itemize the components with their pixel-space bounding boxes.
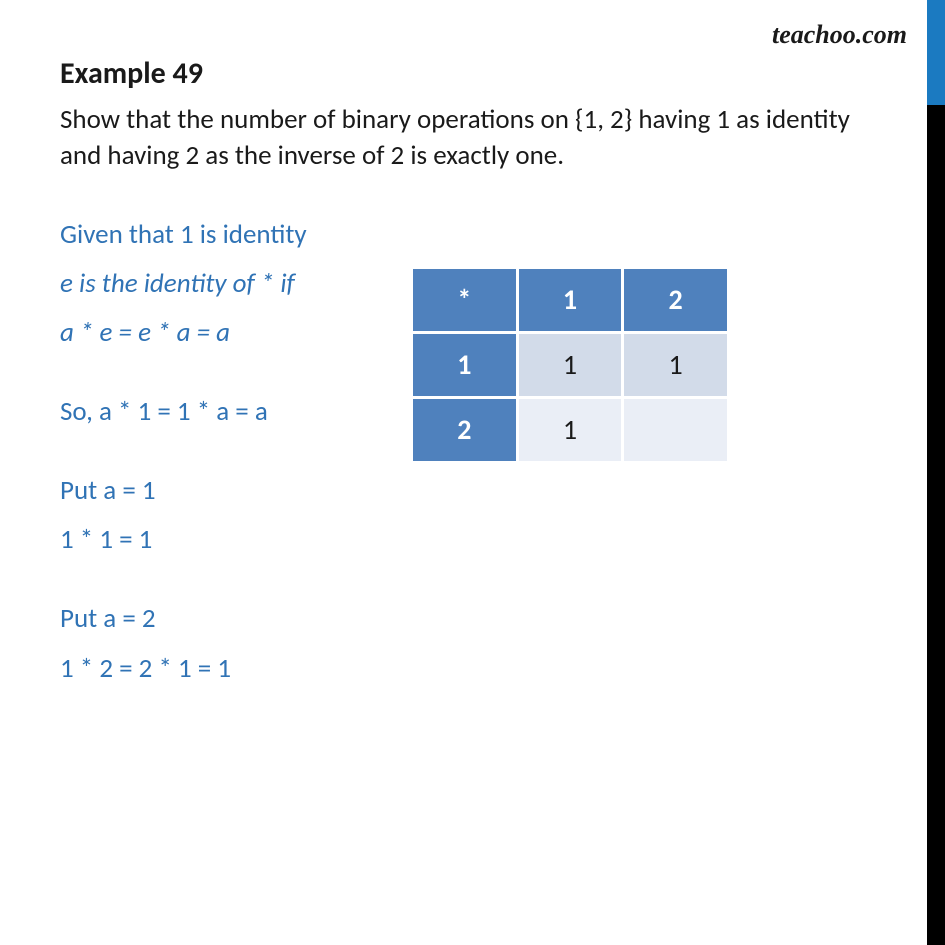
table-rowhead-2: 2	[413, 399, 516, 461]
page-content: Example 49 Show that the number of binar…	[0, 0, 910, 730]
table-rowhead-1: 1	[413, 334, 516, 396]
table-cell-1-1: 1	[519, 334, 622, 396]
accent-bar-bottom	[927, 105, 945, 945]
step-put-a1: Put a = 1	[60, 473, 850, 508]
step-result-2: 1 * 2 = 2 * 1 = 1	[60, 651, 850, 686]
example-title: Example 49	[60, 55, 850, 92]
table-cell-2-1: 1	[519, 399, 622, 461]
accent-bar-top	[927, 0, 945, 105]
table-header-2: 2	[624, 269, 727, 331]
step-so: So, a * 1 = 1 * a = a	[60, 394, 380, 429]
watermark: teachoo.com	[772, 20, 907, 50]
step-result-1: 1 * 1 = 1	[60, 522, 850, 557]
step-put-a2: Put a = 2	[60, 601, 850, 636]
problem-statement: Show that the number of binary operation…	[60, 102, 850, 175]
step-given: Given that 1 is identity	[60, 217, 850, 252]
table-header-1: 1	[519, 269, 622, 331]
step-identity-eq: a * e = e * a = a	[60, 315, 380, 350]
table-cell-2-2	[624, 399, 727, 461]
table-header-op: *	[413, 269, 516, 331]
step-definition: e is the identity of * if	[60, 266, 380, 301]
operation-table: * 1 2 1 1 1 2 1	[410, 266, 730, 464]
table-cell-1-2: 1	[624, 334, 727, 396]
